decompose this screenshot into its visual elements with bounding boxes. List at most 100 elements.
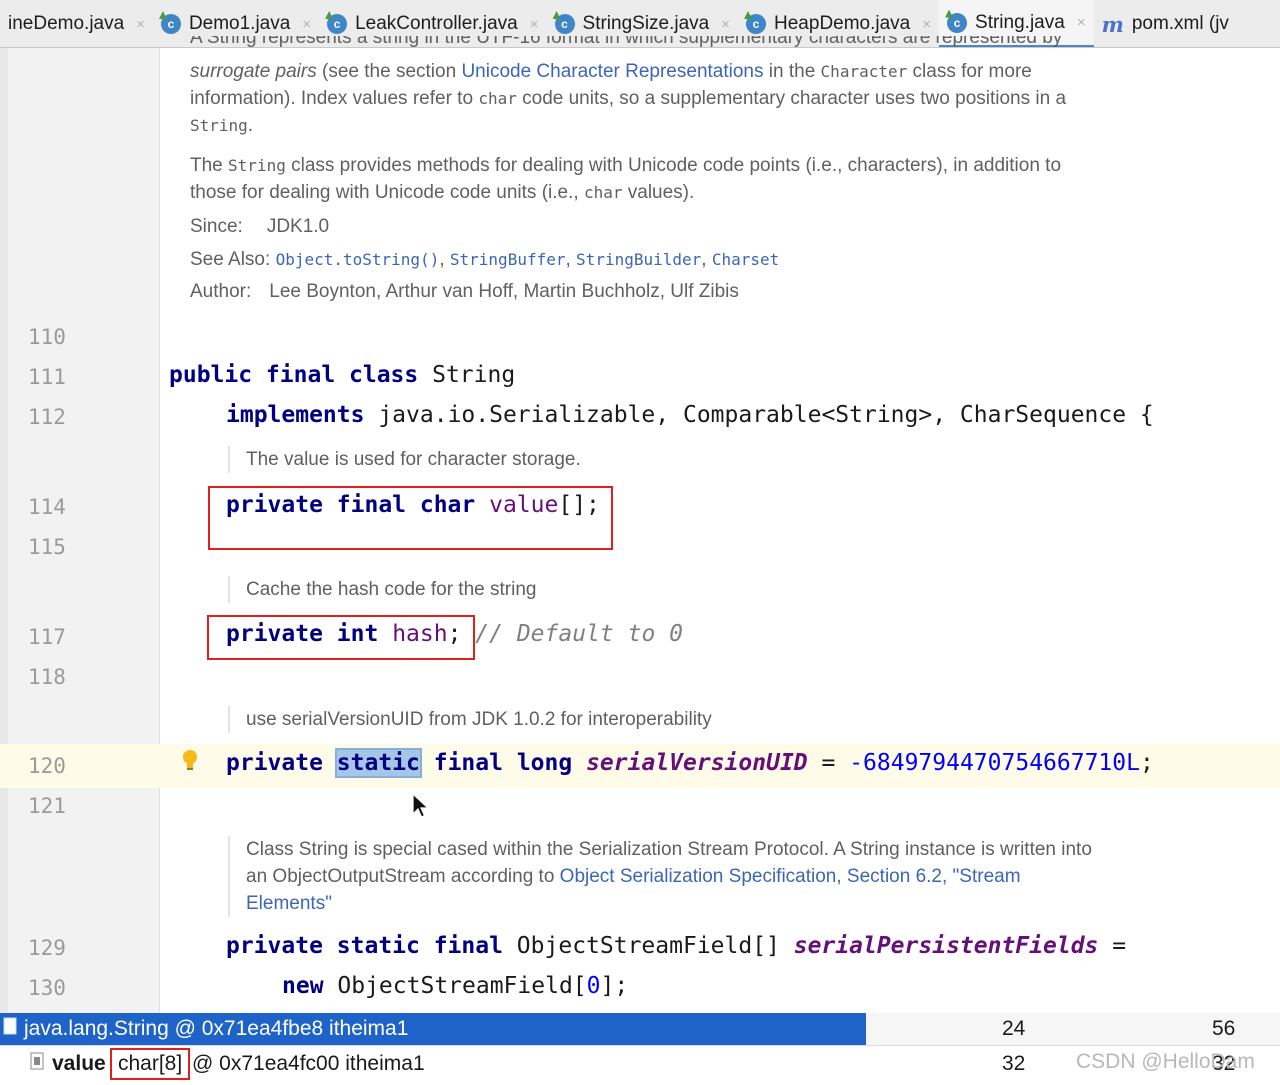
gutter-strip <box>0 48 8 1013</box>
mouse-cursor-icon <box>412 793 430 818</box>
javadoc-text: class for more <box>907 61 1032 82</box>
javadoc-code: String <box>228 156 286 175</box>
tab-label: HeapDemo.java <box>774 13 911 34</box>
code-line-serial-version-uid[interactable]: private static final long serialVersionU… <box>226 748 1154 778</box>
javadoc-separator: , <box>439 249 450 270</box>
doc-text: an ObjectOutputStream according to <box>246 866 560 887</box>
javadoc-line: String. <box>190 112 1190 139</box>
close-icon[interactable]: × <box>922 16 931 33</box>
javadoc-text: (see the section <box>316 61 462 82</box>
selected-keyword[interactable]: static <box>334 748 422 778</box>
code-line-class-decl[interactable]: public final class String <box>169 362 515 388</box>
javadoc-since: Since: JDK1.0 <box>190 213 329 240</box>
javadoc-tag-label: Since: <box>190 216 243 237</box>
tab-inedemo[interactable]: ineDemo.java × <box>0 0 153 47</box>
object-row-selected[interactable]: java.lang.String @ 0x71ea4fbe8 itheima1 … <box>0 1013 1280 1045</box>
tab-label: String.java <box>975 11 1065 33</box>
doc-link-serialization-spec[interactable]: Object Serialization Specification, Sect… <box>560 866 1021 887</box>
javadoc-link-tostring[interactable]: Object.toString() <box>276 250 440 269</box>
tab-label: pom.xml (jv <box>1131 13 1229 34</box>
line-number: 111 <box>28 365 66 389</box>
javadoc-text: A String represents a string in the UTF-… <box>190 36 1063 48</box>
line-number: 117 <box>28 625 66 649</box>
javadoc-text: class provides methods for dealing with … <box>285 155 1062 176</box>
javadoc-tag-label: See Also: <box>190 249 271 270</box>
javadoc-line: those for dealing with Unicode code unit… <box>190 179 1190 206</box>
javadoc-text: those for dealing with Unicode code unit… <box>190 182 584 203</box>
doc-link-serialization-spec-cont[interactable]: Elements" <box>246 890 1168 917</box>
doc-text: Class String is special cased within the… <box>246 839 1092 860</box>
close-icon[interactable]: × <box>721 16 730 33</box>
line-number: 121 <box>28 794 66 818</box>
tab-label: Demo1.java <box>188 13 291 34</box>
close-icon[interactable]: × <box>1077 14 1086 31</box>
operator: = <box>807 750 850 776</box>
javadoc-separator: , <box>565 249 577 270</box>
line-number: 130 <box>28 976 66 1000</box>
code-line-new-array[interactable]: new ObjectStreamField[0]; <box>282 973 628 999</box>
field-name: value <box>52 1052 106 1075</box>
line-number: 129 <box>28 936 66 960</box>
javadoc-line: information). Index values refer to char… <box>190 85 1190 112</box>
keyword: private <box>226 750 323 776</box>
code-line-implements[interactable]: implements java.io.Serializable, Compara… <box>226 402 1154 428</box>
object-label: java.lang.String @ 0x71ea4fbe8 itheima1 <box>24 1017 409 1040</box>
line-comment: // Default to 0 <box>461 621 683 647</box>
code-line-serial-persistent-fields[interactable]: private static final ObjectStreamField[]… <box>226 933 1126 959</box>
close-icon[interactable]: × <box>136 16 145 33</box>
shallow-size: 24 <box>1002 1017 1026 1040</box>
javadoc-italic: surrogate pairs <box>190 61 317 82</box>
javadoc-text: code units, so a supplementary character… <box>516 88 1067 109</box>
javadoc-link-charset[interactable]: Charset <box>712 250 779 269</box>
javadoc-paragraph: The String class provides methods for de… <box>190 152 1190 206</box>
javadoc-code: String <box>190 116 248 135</box>
javadoc-line: The String class provides methods for de… <box>190 152 1190 179</box>
field-address: @ 0x71ea4fc00 itheima1 <box>192 1052 425 1075</box>
keyword: public final class <box>169 362 419 388</box>
tab-label: LeakController.java <box>355 13 518 34</box>
javadoc-tag-value: Lee Boynton, Arthur van Hoff, Martin Buc… <box>269 281 739 302</box>
javadoc-author: Author: Lee Boynton, Arthur van Hoff, Mar… <box>190 278 739 305</box>
javadoc-code: char <box>478 89 517 108</box>
doc-text: Cache the hash code for the string <box>246 579 537 600</box>
class-icon: c <box>746 14 767 34</box>
line-number: 118 <box>28 665 66 689</box>
maven-icon: m <box>1101 11 1124 37</box>
keyword: private static final <box>226 933 503 959</box>
class-icon: c <box>327 14 348 34</box>
close-icon[interactable]: × <box>530 16 539 33</box>
keyword: final long <box>419 750 573 776</box>
javadoc-link-stringbuffer[interactable]: StringBuffer <box>450 250 566 269</box>
class-name: String <box>418 362 516 388</box>
doc-text: The value is used for character storage. <box>246 449 581 470</box>
javadoc-cut-line: A String represents a string in the UTF-… <box>190 36 1190 52</box>
object-icon <box>3 1017 17 1035</box>
javadoc-link-stringbuilder[interactable]: StringBuilder <box>576 250 701 269</box>
operator: = <box>1098 933 1127 959</box>
line-number-gutter[interactable] <box>0 48 160 1013</box>
javadoc-text: values). <box>622 182 695 203</box>
class-icon: c <box>554 14 575 34</box>
keyword: implements <box>226 402 365 428</box>
line-number: 115 <box>28 535 66 559</box>
punctuation: ]; <box>600 973 629 999</box>
javadoc-block-string: surrogate pairs (see the section Unicode… <box>190 58 1190 139</box>
javadoc-link-unicode[interactable]: Unicode Character Representations <box>461 61 763 82</box>
line-number: 112 <box>28 405 66 429</box>
lightbulb-icon[interactable] <box>182 749 198 773</box>
javadoc-tag-label: Author: <box>190 281 252 302</box>
type-name: ObjectStreamField[] <box>502 933 794 959</box>
class-icon: c <box>160 14 181 34</box>
static-field-name: serialPersistentFields <box>793 933 1099 959</box>
close-icon[interactable]: × <box>302 16 311 33</box>
number-literal: 0 <box>586 973 601 999</box>
javadoc-text: The <box>190 155 229 176</box>
javadoc-line: surrogate pairs (see the section Unicode… <box>190 58 1190 85</box>
line-number: 110 <box>28 325 66 349</box>
javadoc-text: . <box>247 115 254 136</box>
line-number: 120 <box>28 754 66 778</box>
rendered-doc-hash: Cache the hash code for the string <box>228 576 536 603</box>
highlight-box-hash-field <box>207 615 475 660</box>
tab-label: ineDemo.java <box>8 13 125 34</box>
javadoc-text: in the <box>763 61 821 82</box>
